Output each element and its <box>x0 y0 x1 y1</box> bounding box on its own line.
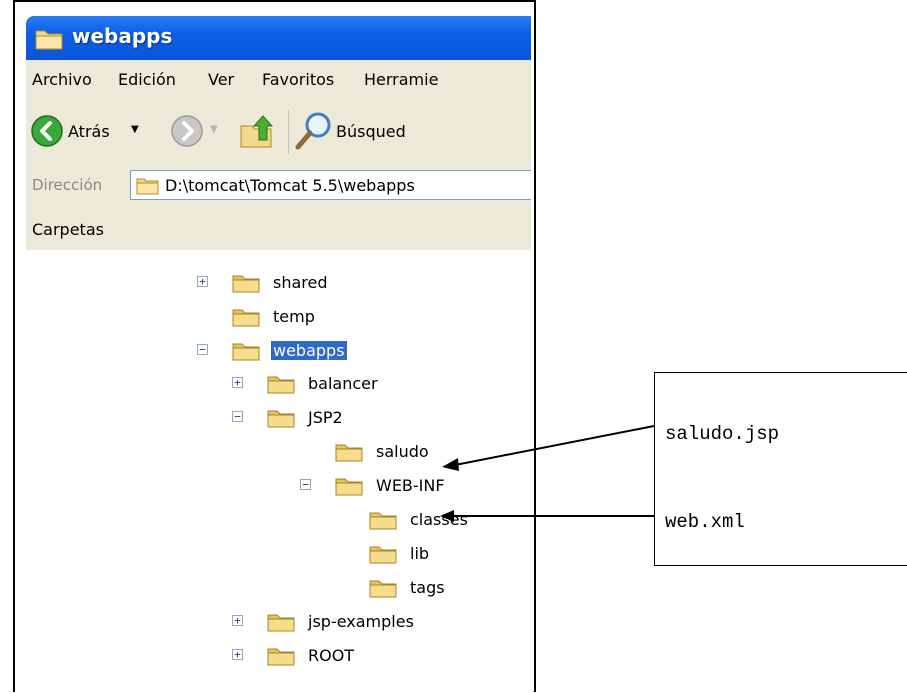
callout-arrows <box>440 425 655 522</box>
arrowhead-saludo <box>442 458 459 471</box>
callout-web-xml: web.xml <box>665 511 745 533</box>
callout-box: saludo.jsp web.xml <box>654 372 907 566</box>
arrow-saludo <box>454 425 655 466</box>
arrowhead-web-inf <box>440 510 454 522</box>
callout-saludo-jsp: saludo.jsp <box>665 423 780 445</box>
